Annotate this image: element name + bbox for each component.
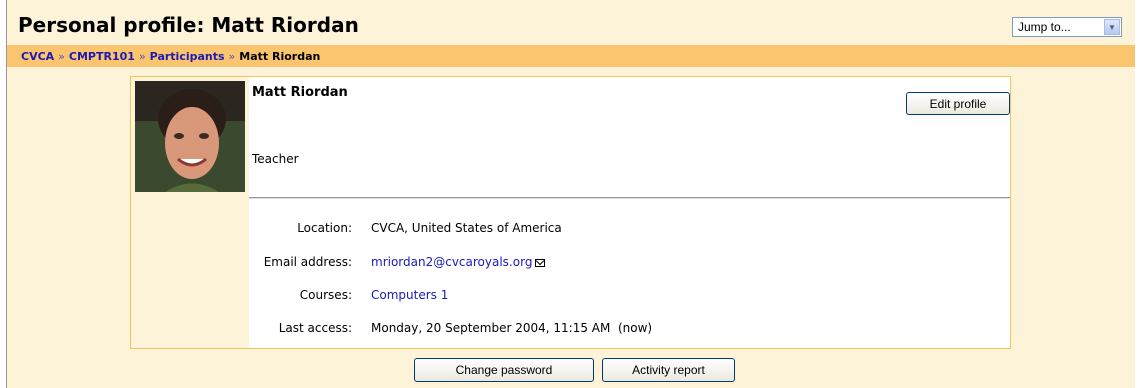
field-label: Location: xyxy=(297,221,352,235)
course-link[interactable]: Computers 1 xyxy=(371,288,448,302)
navbar: CVCA» CMPTR101» Participants» Matt Riordan xyxy=(7,45,1135,67)
email-link[interactable]: mriordan2@cvcaroyals.org xyxy=(371,255,532,269)
breadcrumb-separator: » xyxy=(228,49,236,63)
window-edge xyxy=(0,0,7,388)
breadcrumb-separator: » xyxy=(58,49,65,63)
field-label: Email address: xyxy=(263,255,352,269)
profile-info: Matt Riordan Edit profile Teacher Locati… xyxy=(249,77,1010,348)
page-title: Personal profile: Matt Riordan xyxy=(18,13,359,37)
field-value: Computers 1 xyxy=(371,288,448,302)
user-fullname: Matt Riordan xyxy=(252,85,348,100)
field-last-access: Last access: Monday, 20 September 2004, … xyxy=(249,321,1010,337)
field-courses: Courses: Computers 1 xyxy=(249,288,1010,304)
edit-profile-button[interactable]: Edit profile xyxy=(906,92,1010,115)
breadcrumb-link-course[interactable]: CMPTR101 xyxy=(69,50,135,63)
field-value: mriordan2@cvcaroyals.org xyxy=(371,255,546,269)
user-photo xyxy=(135,81,245,192)
breadcrumb-separator: » xyxy=(138,49,146,63)
field-value: Monday, 20 September 2004, 11:15 AM (now… xyxy=(371,321,653,335)
field-label: Courses: xyxy=(299,288,352,302)
profile-actions: Change password Activity report xyxy=(7,358,1135,382)
activity-report-button[interactable]: Activity report xyxy=(602,358,735,382)
jump-to-label: Jump to... xyxy=(1018,20,1071,34)
field-email: Email address: mriordan2@cvcaroyals.org xyxy=(249,255,1010,271)
user-role: Teacher xyxy=(252,152,299,166)
profile-box: Matt Riordan Edit profile Teacher Locati… xyxy=(130,76,1011,349)
breadcrumb-link-participants[interactable]: Participants xyxy=(150,50,225,63)
page: Personal profile: Matt Riordan Jump to..… xyxy=(7,0,1135,388)
breadcrumb-current: Matt Riordan xyxy=(239,49,321,63)
header: Personal profile: Matt Riordan Jump to..… xyxy=(7,10,1135,44)
field-label: Last access: xyxy=(278,321,352,335)
divider xyxy=(249,197,1010,199)
field-value: CVCA, United States of America xyxy=(371,221,562,235)
field-location: Location: CVCA, United States of America xyxy=(249,221,1010,237)
envelope-icon[interactable] xyxy=(535,259,546,267)
change-password-button[interactable]: Change password xyxy=(414,358,594,382)
chevron-down-icon[interactable]: ▼ xyxy=(1104,19,1120,35)
photo-column xyxy=(131,77,249,348)
jump-to-select[interactable]: Jump to... ▼ xyxy=(1012,17,1122,37)
breadcrumb: CVCA» CMPTR101» Participants» Matt Riordan xyxy=(7,50,320,63)
breadcrumb-link-cvca[interactable]: CVCA xyxy=(21,50,54,63)
